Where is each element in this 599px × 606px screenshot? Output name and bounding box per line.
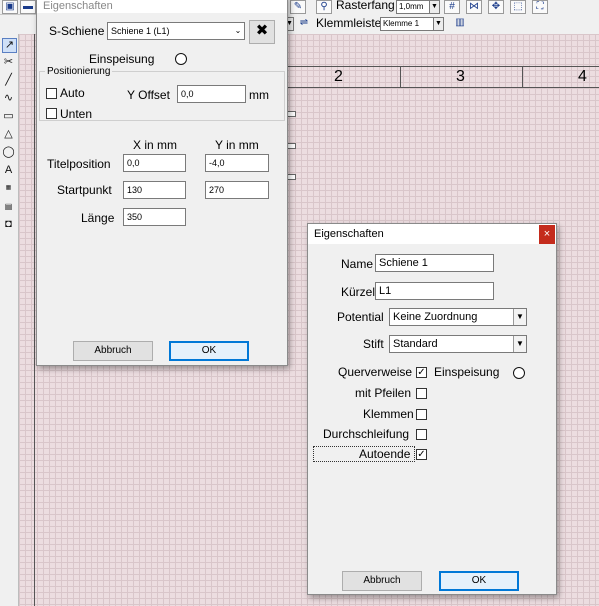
klemmleiste-select[interactable]: Klemme 1 ▼: [380, 17, 444, 31]
positionierung-label: Positionierung: [45, 66, 113, 77]
potential-value: Keine Zuordnung: [393, 311, 478, 323]
tool-palette: ↗ ✂ ╱ ∿ ▭ △ ◯ A ▦ ▤ ◘: [0, 34, 19, 606]
titelposition-x-input[interactable]: 0,0: [123, 154, 186, 172]
mit-pfeilen-checkbox[interactable]: [416, 388, 427, 399]
klemmleiste-label: Klemmleiste: [316, 16, 382, 30]
querverweise-label: Querverweise: [338, 365, 413, 379]
autoende-label: Autoende: [359, 447, 411, 461]
klemmen-checkbox[interactable]: [416, 409, 427, 420]
startpunkt-label: Startpunkt: [57, 183, 112, 197]
einspeisung-label: Einspeisung: [89, 52, 155, 66]
triangle-tool-icon[interactable]: △: [2, 128, 15, 141]
stift-value: Standard: [393, 338, 438, 350]
chevron-down-icon: ▼: [429, 1, 439, 13]
pen-icon[interactable]: ✎: [290, 0, 306, 14]
chevron-down-icon: ▼: [513, 309, 526, 325]
klemmleiste-value: Klemme 1: [383, 19, 420, 28]
terminal-strip-icon[interactable]: ▥: [452, 17, 468, 31]
laenge-label: Länge: [81, 211, 115, 225]
ok-button[interactable]: OK: [439, 571, 519, 591]
titelposition-y-input[interactable]: -4,0: [205, 154, 269, 172]
frame-border: [34, 34, 35, 606]
kuerzel-label: Kürzel: [341, 285, 376, 299]
mit-pfeilen-label: mit Pfeilen: [355, 386, 412, 400]
chevron-down-icon: ⌄: [232, 23, 244, 39]
properties-dialog: Eigenschaften × Name Schiene 1 Kürzel L1…: [307, 223, 557, 595]
ruler-number: 3: [456, 68, 465, 85]
chevron-down-icon: ▼: [433, 18, 443, 30]
autoende-checkbox[interactable]: ✓: [416, 449, 427, 460]
secondary-toolbar: ▼ ⇌ Klemmleiste Klemme 1 ▼ ▥: [286, 14, 599, 35]
dialog-title: Eigenschaften: [37, 0, 287, 13]
durchschleifung-label: Durchschleifung: [323, 427, 410, 441]
circle-tool-icon[interactable]: ◯: [2, 146, 15, 159]
kuerzel-input[interactable]: L1: [375, 282, 494, 300]
text-tool-icon[interactable]: A: [2, 164, 15, 177]
pointer-tool-icon[interactable]: ↗: [2, 38, 17, 53]
ruler-divider: [522, 67, 523, 87]
connector-icon[interactable]: ⇌: [296, 17, 312, 31]
durchschleifung-checkbox[interactable]: [416, 429, 427, 440]
snap-icon[interactable]: ⋈: [466, 0, 482, 14]
yoffset-unit: mm: [249, 88, 269, 102]
camera-tool-icon[interactable]: ◘: [2, 218, 15, 231]
ok-button[interactable]: OK: [169, 341, 249, 361]
terminal-tool-icon[interactable]: ▤: [2, 200, 15, 213]
rectangle-tool-icon[interactable]: ▭: [2, 110, 15, 123]
ruler-divider: [400, 67, 401, 87]
stift-label: Stift: [363, 337, 384, 351]
unten-checkbox[interactable]: [46, 108, 57, 119]
ruler-number: 2: [334, 68, 343, 85]
potential-select[interactable]: Keine Zuordnung ▼: [389, 308, 527, 326]
ruler-number: 4: [578, 68, 587, 85]
symbol-tool-icon[interactable]: ✂: [2, 56, 15, 69]
raster-select[interactable]: 1,0mm ▼: [396, 0, 440, 14]
yoffset-input[interactable]: 0,0: [177, 85, 246, 103]
auto-label: Auto: [60, 86, 85, 100]
name-label: Name: [341, 257, 374, 271]
y-header: Y in mm: [215, 138, 259, 152]
s-schiene-value: Schiene 1 (L1): [111, 26, 170, 36]
raster-label: Rasterfang: [336, 0, 395, 12]
tools-icon: ✖: [255, 22, 269, 39]
startpunkt-y-input[interactable]: 270: [205, 181, 269, 199]
x-header: X in mm: [133, 138, 178, 152]
properties-dialog-rail: Eigenschaften S-Schiene Schiene 1 (L1) ⌄…: [36, 0, 288, 366]
cancel-button[interactable]: Abbruch: [73, 341, 153, 361]
einspeisung-label: Einspeisung: [434, 365, 500, 379]
raster-value: 1,0mm: [399, 2, 424, 11]
dialog-title: Eigenschaften: [308, 224, 556, 244]
wave-tool-icon[interactable]: ∿: [2, 92, 15, 105]
startpunkt-x-input[interactable]: 130: [123, 181, 186, 199]
label-tool-icon[interactable]: ▦: [2, 182, 15, 195]
toolbar-icon-1[interactable]: ▣: [2, 0, 18, 14]
close-button[interactable]: ×: [539, 225, 555, 244]
name-input[interactable]: Schiene 1: [375, 254, 494, 272]
einspeisung-radio[interactable]: [175, 53, 187, 65]
unten-label: Unten: [60, 107, 93, 121]
fit-icon[interactable]: ⛶: [532, 0, 548, 14]
grid-icon[interactable]: #: [444, 0, 460, 14]
potential-label: Potential: [337, 310, 384, 324]
line-tool-icon[interactable]: ╱: [2, 74, 15, 87]
titelposition-label: Titelposition: [47, 157, 111, 171]
select-icon[interactable]: ⬚: [510, 0, 526, 14]
einspeisung-radio[interactable]: [513, 367, 525, 379]
column-ruler: 2 3 4: [280, 66, 599, 88]
stift-select[interactable]: Standard ▼: [389, 335, 527, 353]
laenge-input[interactable]: 350: [123, 208, 186, 226]
s-schiene-select[interactable]: Schiene 1 (L1) ⌄: [107, 22, 245, 40]
move-icon[interactable]: ✥: [488, 0, 504, 14]
zoom-icon[interactable]: ⚲: [316, 0, 332, 14]
chevron-down-icon: ▼: [513, 336, 526, 352]
tools-button[interactable]: ✖: [249, 20, 275, 44]
querverweise-checkbox[interactable]: ✓: [416, 367, 427, 378]
auto-checkbox[interactable]: [46, 88, 57, 99]
cancel-button[interactable]: Abbruch: [342, 571, 422, 591]
s-schiene-label: S-Schiene: [49, 24, 105, 38]
klemmen-label: Klemmen: [363, 407, 414, 421]
yoffset-label: Y Offset: [127, 88, 170, 102]
close-icon: ×: [543, 228, 551, 240]
folder-icon[interactable]: ▬: [20, 0, 36, 14]
